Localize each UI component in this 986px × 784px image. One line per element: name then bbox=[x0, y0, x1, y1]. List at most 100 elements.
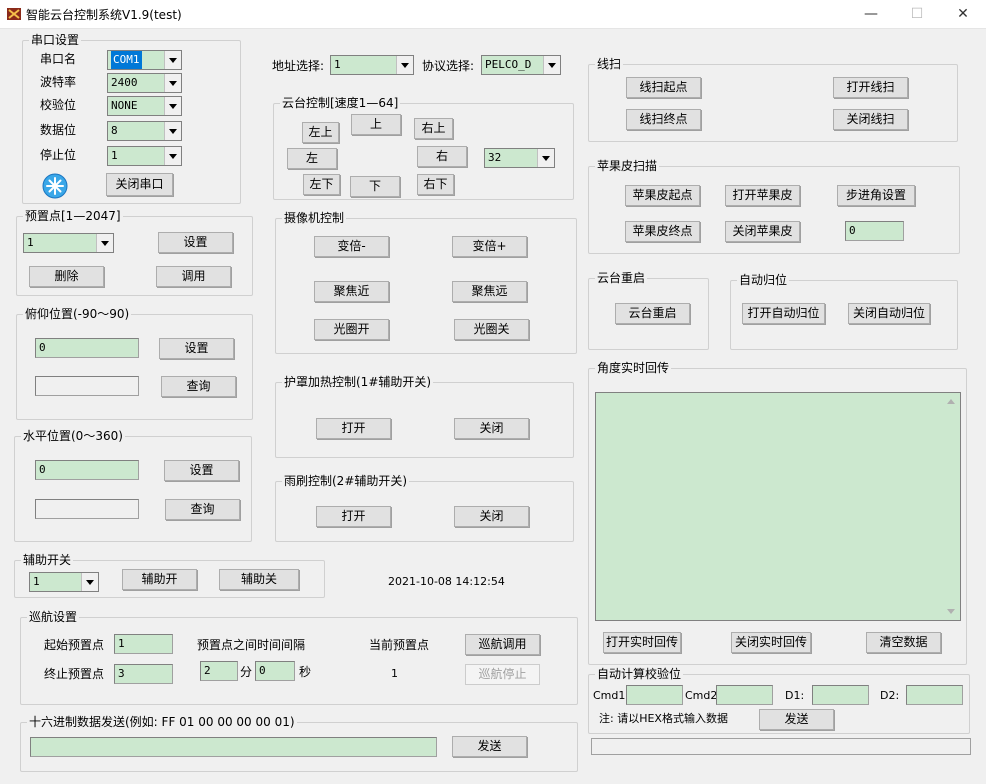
vertical-scrollbar[interactable] bbox=[943, 393, 960, 620]
chevron-down-icon[interactable] bbox=[96, 234, 113, 252]
parity-select[interactable]: NONE bbox=[107, 96, 182, 116]
aux-off-button[interactable]: 辅助关 bbox=[219, 569, 299, 590]
line-scan-end-button[interactable]: 线扫终点 bbox=[626, 109, 701, 130]
pan-query-button[interactable]: 查询 bbox=[165, 499, 240, 520]
apple-end-button[interactable]: 苹果皮终点 bbox=[625, 221, 700, 242]
cruise-seconds-input[interactable]: 0 bbox=[255, 661, 295, 681]
scroll-up-icon[interactable] bbox=[947, 399, 955, 404]
stopbits-select[interactable]: 1 bbox=[107, 146, 182, 166]
preset-select[interactable]: 1 bbox=[23, 233, 114, 253]
port-select[interactable]: COM1 bbox=[107, 50, 182, 70]
parity-label: 校验位 bbox=[40, 98, 77, 112]
step-angle-input[interactable]: 0 bbox=[845, 221, 904, 241]
cruise-settings-title: 巡航设置 bbox=[27, 609, 80, 625]
cmd2-input[interactable] bbox=[716, 685, 773, 705]
d1-input[interactable] bbox=[812, 685, 869, 705]
cruise-start-input[interactable]: 1 bbox=[114, 634, 173, 654]
heater-open-button[interactable]: 打开 bbox=[316, 418, 391, 439]
ptz-control-title: 云台控制[速度1—64] bbox=[280, 95, 401, 111]
address-select[interactable]: 1 bbox=[330, 55, 414, 75]
up-right-button[interactable]: 右上 bbox=[414, 118, 453, 139]
cruise-minutes-input[interactable]: 2 bbox=[200, 661, 238, 681]
checksum-send-button[interactable]: 发送 bbox=[759, 709, 834, 730]
clear-data-button[interactable]: 清空数据 bbox=[866, 632, 941, 653]
up-left-button[interactable]: 左上 bbox=[302, 122, 339, 143]
protocol-select[interactable]: PELCO_D bbox=[481, 55, 561, 75]
scroll-down-icon[interactable] bbox=[947, 609, 955, 614]
cruise-current-label: 当前预置点 bbox=[369, 638, 430, 652]
close-serial-button[interactable]: 关闭串口 bbox=[106, 173, 173, 196]
checksum-title: 自动计算校验位 bbox=[595, 666, 684, 682]
tilt-set-button[interactable]: 设置 bbox=[159, 338, 234, 359]
preset-set-button[interactable]: 设置 bbox=[158, 232, 233, 253]
baud-label: 波特率 bbox=[40, 75, 77, 89]
angle-open-button[interactable]: 打开实时回传 bbox=[603, 632, 681, 653]
aux-on-button[interactable]: 辅助开 bbox=[122, 569, 197, 590]
cruise-call-button[interactable]: 巡航调用 bbox=[465, 634, 540, 655]
zoom-out-button[interactable]: 变倍- bbox=[314, 236, 389, 257]
down-right-button[interactable]: 右下 bbox=[417, 174, 454, 195]
cruise-stop-button[interactable]: 巡航停止 bbox=[465, 664, 540, 685]
aux-select[interactable]: 1 bbox=[29, 572, 99, 592]
iris-close-button[interactable]: 光圈关 bbox=[454, 319, 529, 340]
pan-position-title: 水平位置(0～360) bbox=[21, 428, 125, 444]
chevron-down-icon[interactable] bbox=[81, 573, 98, 591]
speed-select[interactable]: 32 bbox=[484, 148, 555, 168]
minimize-button[interactable]: — bbox=[848, 0, 894, 28]
tilt-input[interactable]: 0 bbox=[35, 338, 139, 358]
camera-control-title: 摄像机控制 bbox=[282, 210, 347, 226]
line-scan-open-button[interactable]: 打开线扫 bbox=[833, 77, 908, 98]
apple-close-button[interactable]: 关闭苹果皮 bbox=[725, 221, 800, 242]
d2-input[interactable] bbox=[906, 685, 963, 705]
step-angle-button[interactable]: 步进角设置 bbox=[837, 185, 915, 206]
reboot-button[interactable]: 云台重启 bbox=[615, 303, 690, 324]
wiper-open-button[interactable]: 打开 bbox=[316, 506, 391, 527]
d1-label: D1: bbox=[785, 689, 805, 702]
chevron-down-icon[interactable] bbox=[543, 56, 560, 74]
angle-data-textarea[interactable] bbox=[595, 392, 961, 621]
down-left-button[interactable]: 左下 bbox=[303, 174, 340, 195]
chevron-down-icon[interactable] bbox=[164, 122, 181, 140]
chevron-down-icon[interactable] bbox=[164, 147, 181, 165]
chevron-down-icon[interactable] bbox=[396, 56, 413, 74]
chevron-down-icon[interactable] bbox=[537, 149, 554, 167]
wiper-close-button[interactable]: 关闭 bbox=[454, 506, 529, 527]
databits-select[interactable]: 8 bbox=[107, 121, 182, 141]
chevron-down-icon[interactable] bbox=[164, 97, 181, 115]
focus-near-button[interactable]: 聚焦近 bbox=[314, 281, 389, 302]
chevron-down-icon[interactable] bbox=[164, 51, 181, 69]
line-scan-start-button[interactable]: 线扫起点 bbox=[626, 77, 701, 98]
address-label: 地址选择: bbox=[272, 59, 325, 73]
chevron-down-icon[interactable] bbox=[164, 74, 181, 92]
zoom-in-button[interactable]: 变倍+ bbox=[452, 236, 527, 257]
focus-far-button[interactable]: 聚焦远 bbox=[452, 281, 527, 302]
apple-open-button[interactable]: 打开苹果皮 bbox=[725, 185, 800, 206]
iris-open-button[interactable]: 光圈开 bbox=[314, 319, 389, 340]
right-button[interactable]: 右 bbox=[417, 146, 467, 167]
cruise-end-label: 终止预置点 bbox=[44, 667, 105, 681]
auto-home-title: 自动归位 bbox=[737, 272, 790, 288]
hex-send-button[interactable]: 发送 bbox=[452, 736, 527, 757]
cmd1-input[interactable] bbox=[626, 685, 683, 705]
auto-home-open-button[interactable]: 打开自动归位 bbox=[742, 303, 825, 324]
angle-close-button[interactable]: 关闭实时回传 bbox=[731, 632, 811, 653]
baud-select[interactable]: 2400 bbox=[107, 73, 182, 93]
hex-input[interactable] bbox=[30, 737, 437, 757]
cruise-settings-group: 巡航设置 bbox=[20, 609, 578, 705]
line-scan-close-button[interactable]: 关闭线扫 bbox=[833, 109, 908, 130]
preset-call-button[interactable]: 调用 bbox=[156, 266, 231, 287]
preset-delete-button[interactable]: 删除 bbox=[29, 266, 104, 287]
pan-set-button[interactable]: 设置 bbox=[164, 460, 239, 481]
cruise-end-input[interactable]: 3 bbox=[114, 664, 173, 684]
auto-home-close-button[interactable]: 关闭自动归位 bbox=[848, 303, 930, 324]
left-button[interactable]: 左 bbox=[287, 148, 337, 169]
pan-input[interactable]: 0 bbox=[35, 460, 139, 480]
maximize-button[interactable]: ☐ bbox=[894, 0, 940, 28]
serial-status-icon bbox=[42, 173, 68, 199]
apple-start-button[interactable]: 苹果皮起点 bbox=[625, 185, 700, 206]
close-button[interactable]: ✕ bbox=[940, 0, 986, 28]
heater-close-button[interactable]: 关闭 bbox=[454, 418, 529, 439]
tilt-query-button[interactable]: 查询 bbox=[161, 376, 236, 397]
down-button[interactable]: 下 bbox=[350, 176, 400, 197]
up-button[interactable]: 上 bbox=[351, 114, 401, 135]
